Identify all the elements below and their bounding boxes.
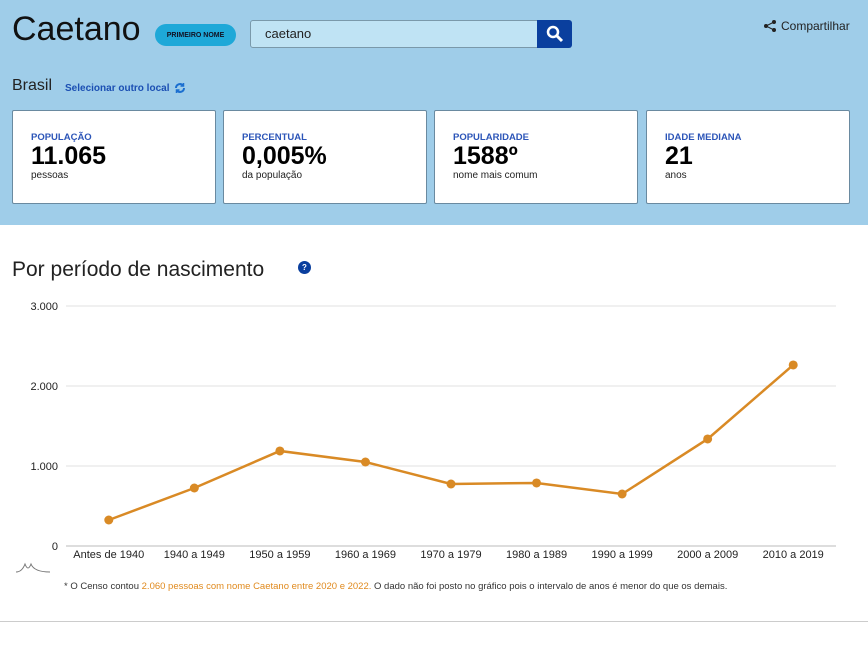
y-tick-label: 1.000 (30, 461, 58, 473)
note-text: * O Censo contou (64, 581, 142, 592)
x-tick-label: 1990 a 1999 (592, 549, 653, 561)
y-tick-label: 2.000 (30, 381, 58, 393)
x-tick-label: 1940 a 1949 (164, 549, 225, 561)
data-point (788, 360, 798, 370)
x-tick-label: 2010 a 2019 (763, 549, 824, 561)
divider (0, 621, 868, 622)
y-tick-label: 3.000 (30, 301, 58, 313)
chart-footnote: * O Censo contou 2.060 pessoas com nome … (64, 581, 727, 592)
data-point (532, 478, 542, 488)
series-line (108, 364, 795, 522)
note-text: O dado não foi posto no gráfico pois o i… (371, 581, 728, 592)
x-tick-label: Antes de 1940 (73, 549, 144, 561)
data-point (104, 515, 114, 525)
data-point (617, 489, 627, 499)
x-tick-label: 2000 a 2009 (677, 549, 738, 561)
data-point (446, 479, 456, 489)
x-tick-label: 1970 a 1979 (420, 549, 481, 561)
y-tick-label: 0 (52, 541, 58, 553)
x-tick-label: 1950 a 1959 (249, 549, 310, 561)
birth-period-chart: 0 1.000 2.000 3.000 Antes de 1940 1940 a 1949… (30, 301, 836, 561)
x-tick-label: 1960 a 1969 (335, 549, 396, 561)
data-point (703, 434, 713, 444)
data-point (275, 446, 285, 456)
distribution-icon[interactable] (15, 560, 51, 574)
note-highlight: 2.060 pessoas com nome Caetano entre 202… (141, 581, 372, 592)
data-point (189, 483, 199, 493)
x-tick-label: 1980 a 1989 (506, 549, 567, 561)
data-point (360, 457, 370, 467)
